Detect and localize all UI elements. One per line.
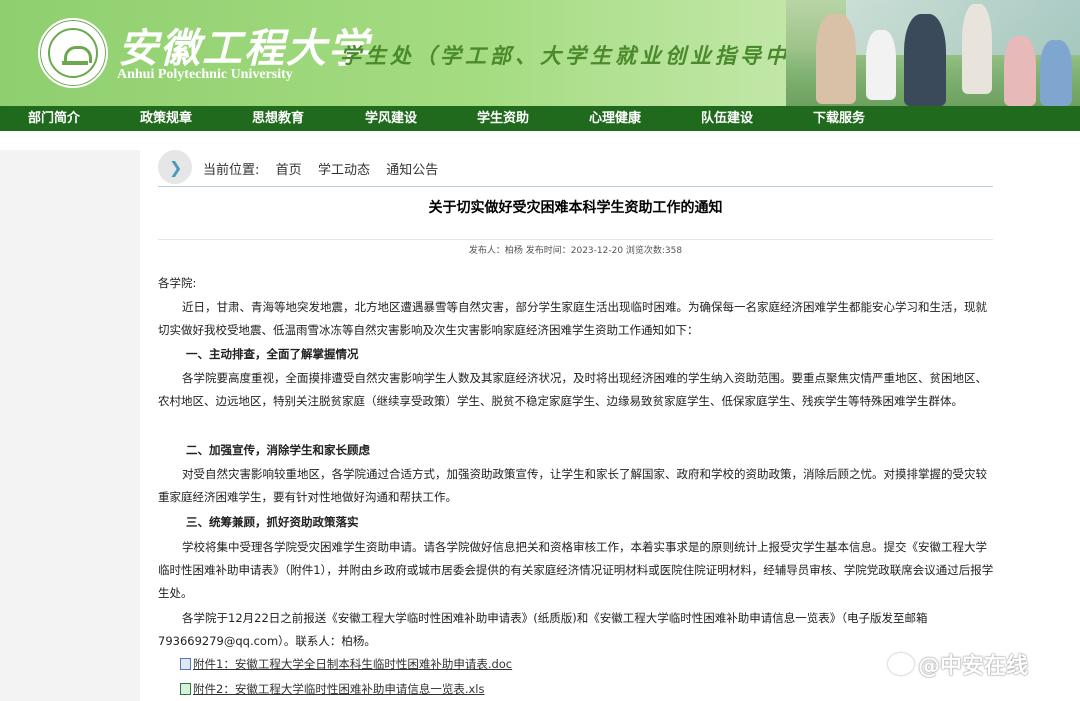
logo-ring bbox=[48, 28, 98, 78]
section-paragraph-1: 各学院要高度重视，全面摸排遭受自然灾害影响学生人数及其家庭经济状况，及时将出现经… bbox=[158, 371, 987, 408]
header-banner: 安徽工程大学 Anhui Polytechnic University 学生处（… bbox=[0, 0, 1080, 106]
photo-person bbox=[962, 4, 992, 94]
attachment-link-1[interactable]: 附件1：安徽工程大学全日制本科生临时性困难补助申请表.doc bbox=[180, 656, 512, 672]
attachment-link-2[interactable]: 附件2：安徽工程大学临时性困难补助申请信息一览表.xls bbox=[180, 681, 484, 697]
left-sidebar bbox=[0, 150, 140, 701]
nav-item-department-intro[interactable]: 部门简介 bbox=[28, 106, 80, 131]
university-name-cn: 安徽工程大学 bbox=[118, 25, 370, 72]
university-logo[interactable] bbox=[38, 18, 108, 88]
breadcrumb-news-link[interactable]: 学工动态 bbox=[318, 163, 370, 178]
photo-person bbox=[1004, 36, 1036, 106]
section-paragraph-3: 学校将集中受理各学院受灾困难学生资助申请。请各学院做好信息把关和资格审核工作，本… bbox=[158, 540, 994, 600]
section-heading-2: 二、加强宣传，消除学生和家长顾虑 bbox=[186, 443, 370, 457]
department-name: 学生处（学工部、大学生就业创业指导中心） bbox=[340, 43, 840, 68]
photo-person bbox=[1040, 40, 1072, 106]
attachment-2-label: 附件2：安徽工程大学临时性困难补助申请信息一览表.xls bbox=[193, 682, 485, 696]
photo-person bbox=[866, 30, 896, 100]
photo-person bbox=[904, 14, 946, 106]
breadcrumb-text: 当前位置: 首页 学工动态 通知公告 bbox=[203, 159, 438, 178]
watermark-logo-icon bbox=[888, 653, 914, 675]
nav-item-policies[interactable]: 政策规章 bbox=[140, 106, 192, 131]
nav-item-study-style[interactable]: 学风建设 bbox=[365, 106, 417, 131]
nav-item-student-aid[interactable]: 学生资助 bbox=[477, 106, 529, 131]
article-title: 关于切实做好受灾困难本科学生资助工作的通知 bbox=[428, 200, 723, 216]
breadcrumb: ❯ 当前位置: 首页 学工动态 通知公告 bbox=[158, 150, 993, 187]
breadcrumb-prefix: 当前位置: bbox=[203, 163, 260, 178]
nav-item-team-building[interactable]: 队伍建设 bbox=[701, 106, 753, 131]
watermark-text: @中安在线 bbox=[918, 654, 1029, 679]
excel-document-icon bbox=[180, 683, 191, 695]
main-nav: 部门简介 政策规章 思想教育 学风建设 学生资助 心理健康 队伍建设 下载服务 bbox=[0, 106, 1080, 131]
salutation: 各学院: bbox=[158, 276, 197, 290]
university-name-en: Anhui Polytechnic University bbox=[117, 67, 293, 82]
article-meta: 发布人：柏杨 发布时间：2023-12-20 浏览次数:358 bbox=[158, 239, 993, 261]
word-document-icon bbox=[180, 658, 191, 670]
nav-item-ideological-education[interactable]: 思想教育 bbox=[252, 106, 304, 131]
breadcrumb-home-link[interactable]: 首页 bbox=[276, 163, 302, 178]
intro-paragraph: 近日，甘肃、青海等地突发地震，北方地区遭遇暴雪等自然灾害，部分学生家庭生活出现临… bbox=[158, 300, 987, 337]
submission-paragraph: 各学院于12月22日之前报送《安徽工程大学临时性困难补助申请表》(纸质版)和《安… bbox=[158, 611, 928, 648]
header-photo bbox=[786, 0, 1080, 106]
chevron-right-icon: ❯ bbox=[158, 150, 192, 184]
section-heading-1: 一、主动排查，全面了解掌握情况 bbox=[186, 347, 359, 361]
attachment-1-label: 附件1：安徽工程大学全日制本科生临时性困难补助申请表.doc bbox=[193, 657, 513, 671]
breadcrumb-notices-link[interactable]: 通知公告 bbox=[386, 163, 438, 178]
watermark: @中安在线 bbox=[888, 648, 1028, 680]
nav-item-downloads[interactable]: 下载服务 bbox=[813, 106, 865, 131]
photo-person bbox=[816, 14, 856, 104]
logo-base-icon bbox=[62, 61, 88, 65]
section-paragraph-2: 对受自然灾害影响较重地区，各学院通过合适方式，加强资助政策宣传，让学生和家长了解… bbox=[158, 467, 987, 504]
section-heading-3: 三、统筹兼顾，抓好资助政策落实 bbox=[186, 515, 359, 529]
nav-item-mental-health[interactable]: 心理健康 bbox=[589, 106, 641, 131]
